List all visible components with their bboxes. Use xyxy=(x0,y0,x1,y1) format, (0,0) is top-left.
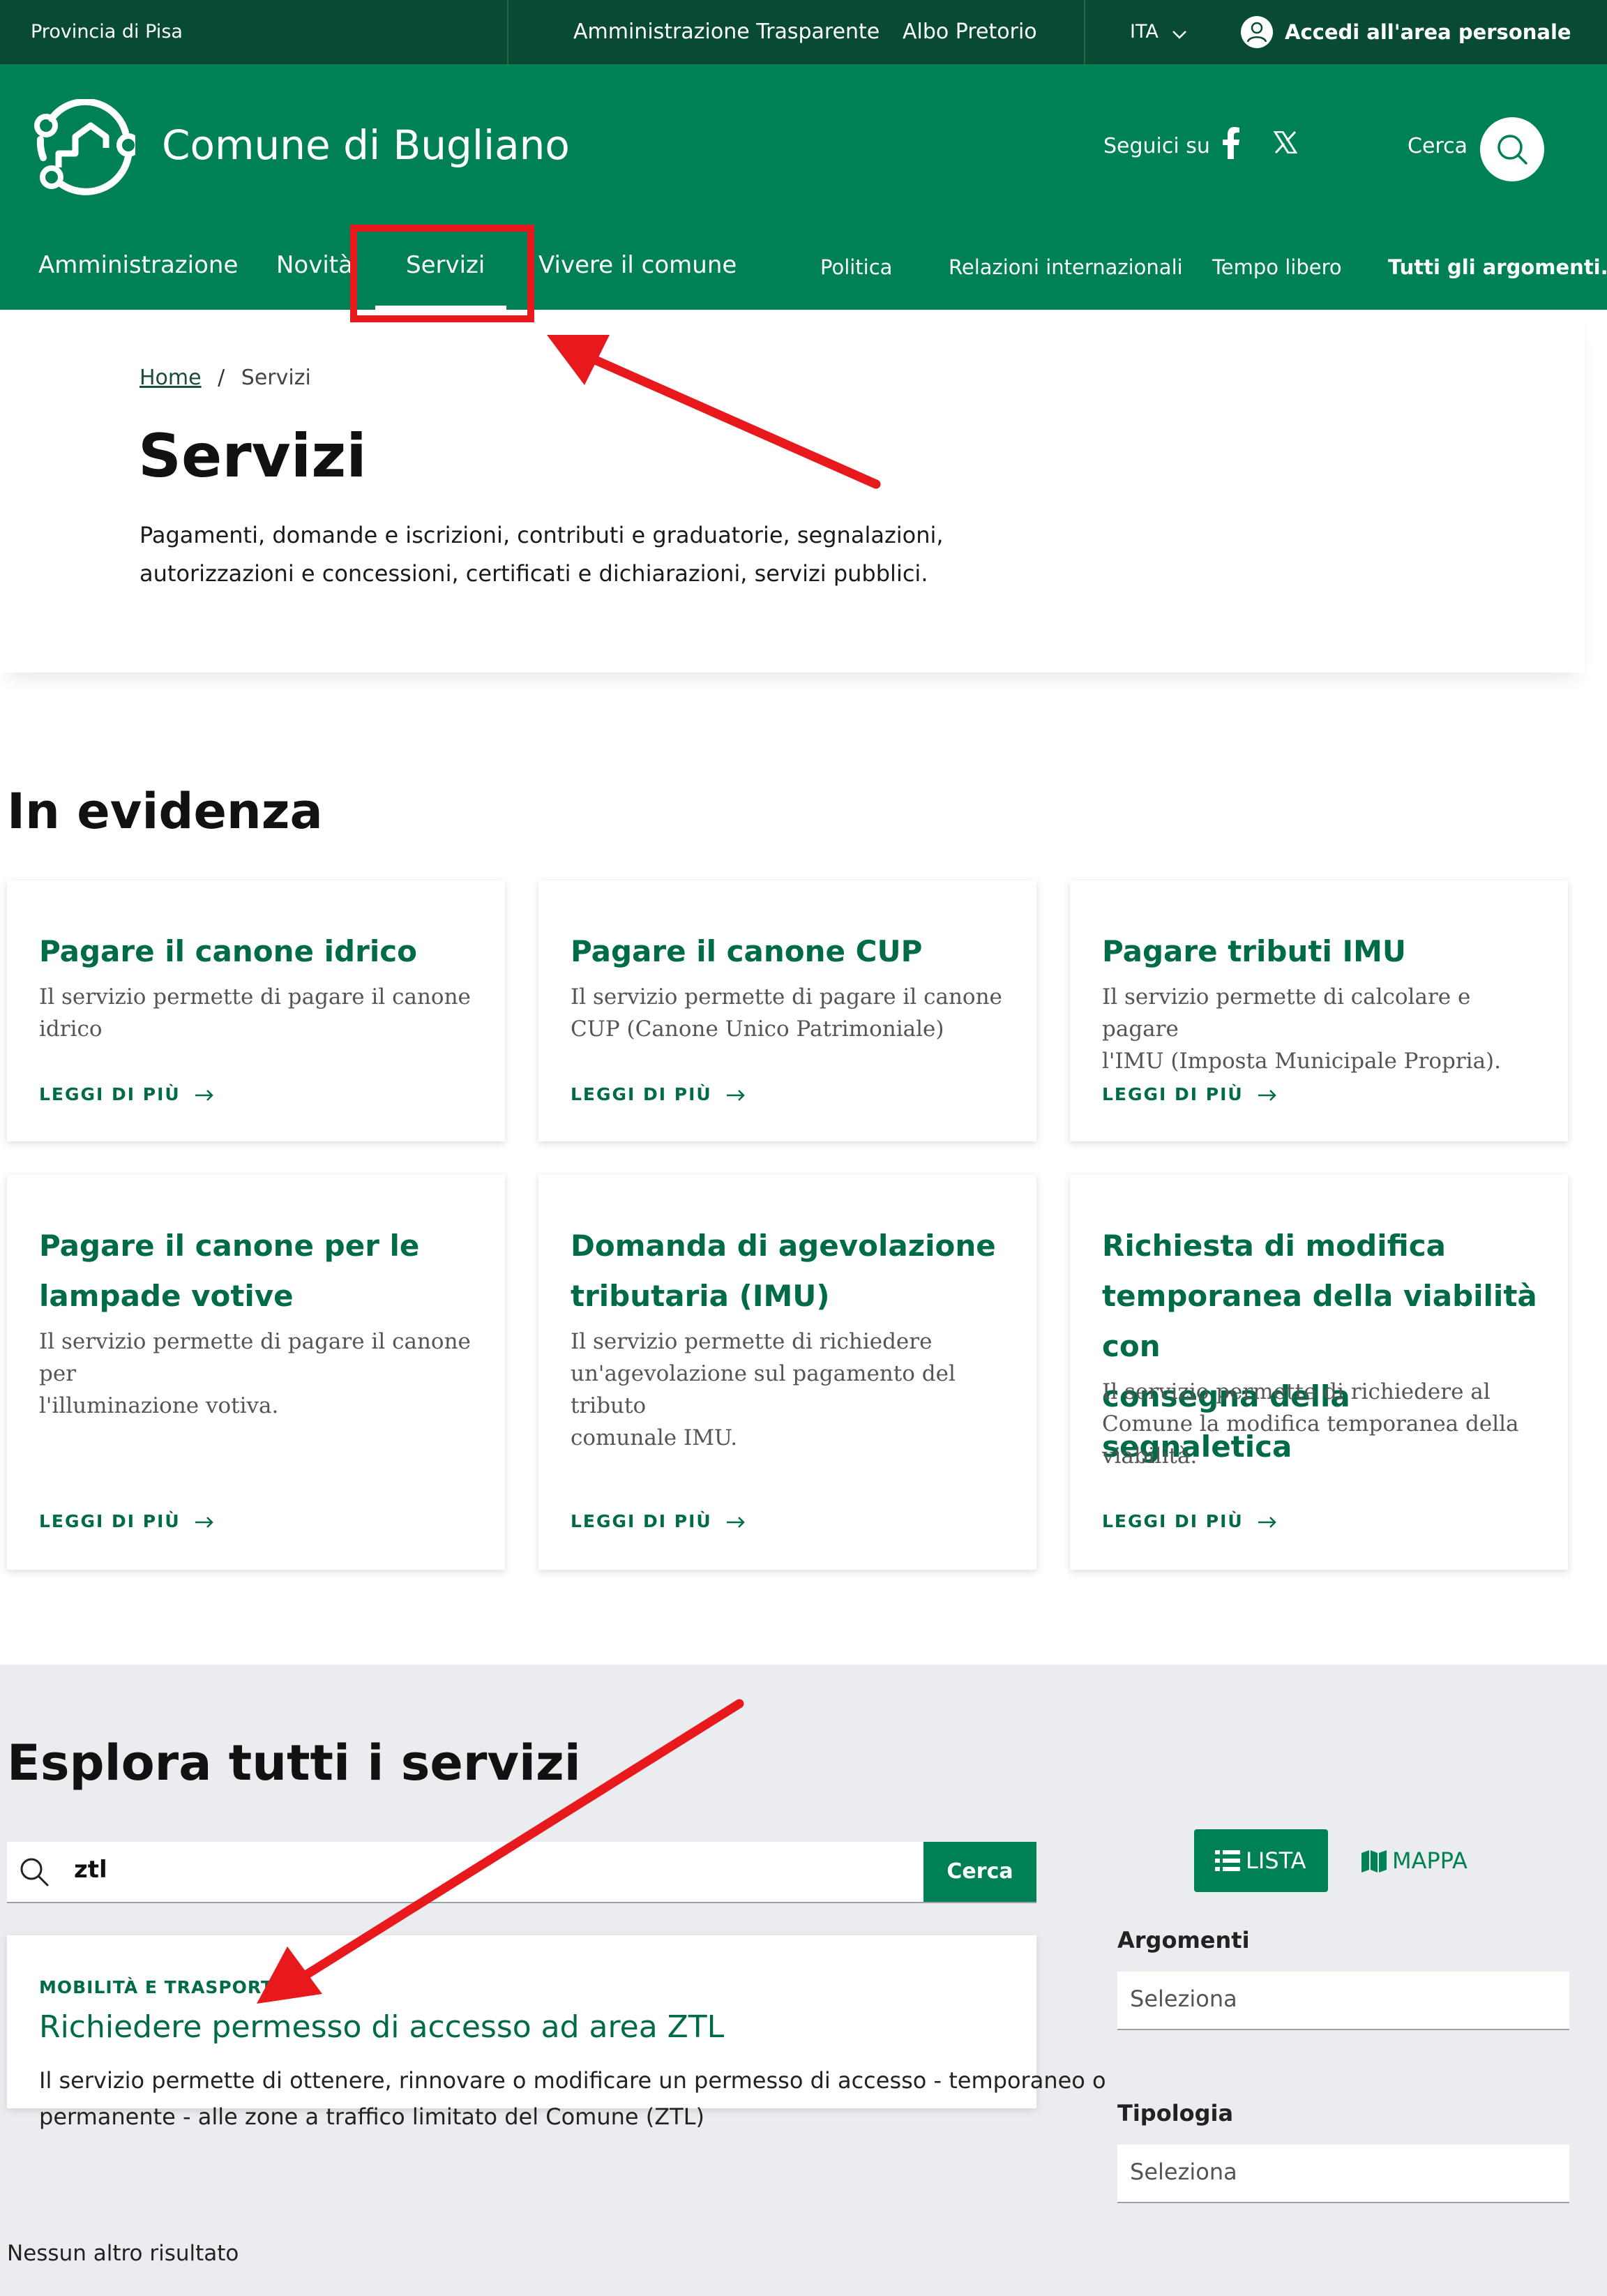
annotation-arrows xyxy=(257,335,881,2004)
arrow-to-result xyxy=(257,1699,744,2004)
arrow-to-servizi xyxy=(547,335,881,489)
